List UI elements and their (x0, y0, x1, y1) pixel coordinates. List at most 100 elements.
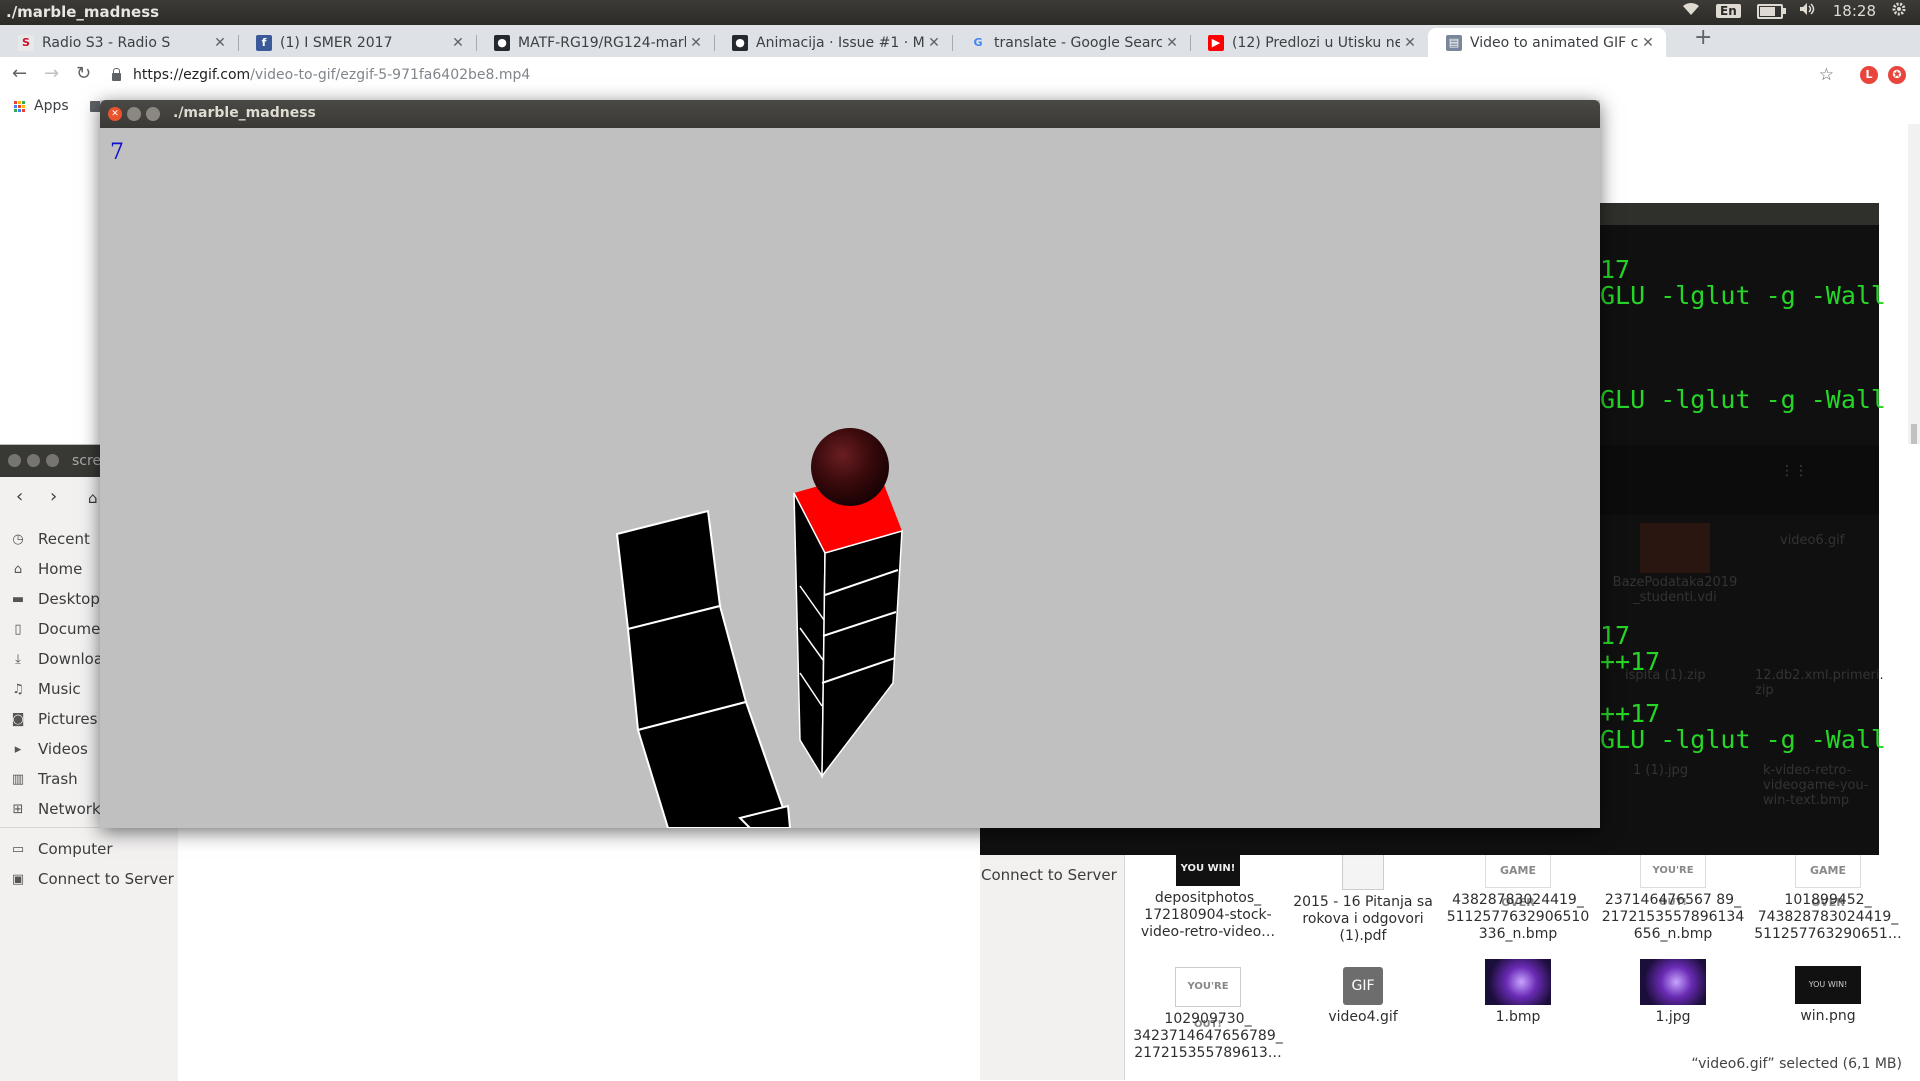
file-thumbnail (1640, 959, 1706, 1005)
tab-close-icon[interactable]: ✕ (686, 35, 706, 51)
facebook-icon: f (256, 34, 272, 51)
back-arrow-icon[interactable]: ← (12, 63, 27, 84)
maximize-window-icon[interactable] (46, 454, 59, 467)
tab-label: translate - Google Search (994, 34, 1162, 51)
game-scene (615, 428, 903, 828)
back-chevron-icon[interactable]: ‹ (16, 486, 23, 507)
terminal-line: 17 (1600, 255, 1631, 284)
file-item[interactable]: YOU'RE OUT! 102909730_ 3423714647656789_… (1133, 967, 1283, 1062)
file-item[interactable]: YOU WIN! win.png (1753, 966, 1903, 1025)
ezgif-icon: ▤ (1446, 34, 1462, 51)
sidebar-item-home[interactable]: ⌂ Home (10, 557, 82, 581)
forward-chevron-icon[interactable]: › (50, 486, 57, 507)
page-scrollbar[interactable] (1908, 124, 1920, 454)
tab-github-repo[interactable]: ● MATF-RG19/RG124-marble ✕ (476, 28, 714, 57)
file-item[interactable]: 2015 - 16 Pitanja sa rokova i odgovori (… (1288, 844, 1438, 945)
tower-front-face (822, 531, 902, 776)
terminal-line: 17 (1600, 621, 1631, 650)
clock[interactable]: 18:28 (1833, 2, 1876, 20)
sidebar-item-recent[interactable]: ◷ Recent (10, 527, 90, 551)
extension-badge-icon[interactable]: ✪ (1888, 66, 1906, 84)
forward-arrow-icon[interactable]: → (44, 63, 59, 84)
file-item[interactable]: YOU WIN! depositphotos_ 172180904-stock-… (1133, 852, 1283, 941)
sidebar-item-network[interactable]: ⊞ Network (10, 797, 101, 821)
game-window-title: ./marble_madness (173, 105, 316, 121)
home-icon[interactable]: ⌂ (88, 489, 98, 507)
active-app-title: ./marble_madness (6, 3, 160, 21)
file-item[interactable]: 1.jpg (1598, 959, 1748, 1026)
sidebar-item-documents[interactable]: ▯ Documer (10, 617, 107, 641)
faded-file-name: k-video-retro- videogame-you- win-text.b… (1763, 763, 1869, 808)
tab-ezgif[interactable]: ▤ Video to animated GIF co ✕ (1428, 28, 1666, 57)
file-item[interactable]: GAME OVER 43828783024419_ 51125776329065… (1443, 854, 1593, 943)
url-host: https://ezgif.com (133, 67, 251, 83)
sidebar-item-label: Documer (38, 620, 107, 638)
file-name: 237146476567 89_ 2172153557896134 656_n.… (1601, 892, 1745, 942)
file-thumbnail: GAME OVER (1485, 854, 1551, 909)
extension-l-icon[interactable]: L (1860, 66, 1878, 84)
file-thumbnail: YOU'RE OUT! (1640, 854, 1706, 908)
wifi-icon[interactable] (1682, 2, 1700, 20)
tab-radio-s[interactable]: S Radio S3 - Radio S ✕ (0, 28, 238, 57)
game-window-titlebar[interactable]: ✕ ./marble_madness (100, 100, 1600, 128)
sidebar-item-label: Connect to Server (38, 870, 174, 888)
tab-close-icon[interactable]: ✕ (1400, 35, 1420, 51)
sidebar-item-downloads[interactable]: ⤓ Downloa (10, 647, 103, 671)
file-item[interactable]: 1.bmp (1443, 959, 1593, 1026)
radio-s-icon: S (18, 34, 34, 51)
minimize-window-icon[interactable] (27, 454, 40, 467)
selection-status: “video6.gif” selected (6,1 MB) (1691, 1056, 1902, 1072)
tab-github-issue[interactable]: ● Animacija · Issue #1 · MAT ✕ (714, 28, 952, 57)
new-tab-button[interactable]: + (1694, 25, 1712, 50)
sidebar-item-label: Recent (38, 530, 90, 548)
lock-icon[interactable] (112, 68, 121, 81)
file-name: 101899452_ 743828783024419_ 511257763290… (1754, 892, 1902, 942)
close-window-icon[interactable] (8, 454, 21, 467)
faded-file-name: 12.db2.xml.primeri. zip (1755, 668, 1884, 698)
file-name: 102909730_ 3423714647656789_ 21721535578… (1133, 1011, 1283, 1061)
sidebar-item-music[interactable]: ♫ Music (10, 677, 81, 701)
home-icon: ⌂ (13, 561, 23, 577)
connect-to-server-item[interactable]: Connect to Server (981, 866, 1117, 884)
sidebar-item-computer[interactable]: ▭ Computer (10, 837, 113, 861)
minimize-window-icon[interactable] (127, 107, 141, 121)
file-item[interactable]: GAME OVER 101899452_ 743828783024419_ 51… (1753, 854, 1903, 943)
tab-close-icon[interactable]: ✕ (448, 35, 468, 51)
sidebar-item-trash[interactable]: ▥ Trash (10, 767, 78, 791)
maximize-window-icon[interactable] (146, 107, 160, 121)
folder-icon: ▬ (11, 591, 25, 607)
apps-shortcut[interactable]: Apps (14, 98, 69, 114)
address-bar[interactable]: https://ezgif.com /video-to-gif/ezgif-5-… (112, 61, 1802, 89)
tab-facebook[interactable]: f (1) I SMER 2017 ✕ (238, 28, 476, 57)
battery-icon[interactable] (1756, 3, 1786, 19)
tab-google-search[interactable]: G translate - Google Search ✕ (952, 28, 1190, 57)
sidebar-item-pictures[interactable]: ◙ Pictures (10, 707, 98, 731)
file-name: video4.gif (1328, 1009, 1398, 1025)
bookmark-star-icon[interactable]: ☆ (1819, 65, 1834, 85)
terminal-line: GLU -lglut -g -Wall (1600, 281, 1886, 310)
tab-close-icon[interactable]: ✕ (1638, 35, 1658, 51)
player-marble (811, 428, 889, 506)
keyboard-language-indicator[interactable]: En (1716, 4, 1741, 18)
file-item[interactable]: GIF video4.gif (1288, 967, 1438, 1026)
tab-close-icon[interactable]: ✕ (1162, 35, 1182, 51)
terminal-line: GLU -lglut -g -Wall (1600, 725, 1886, 754)
sidebar-item-connect-server[interactable]: ▣ Connect to Server (10, 867, 174, 891)
tab-youtube[interactable]: ▶ (12) Predlozi u Utisku ned ✕ (1190, 28, 1428, 57)
sidebar-item-desktop[interactable]: ▬ Desktop (10, 587, 100, 611)
file-item[interactable]: YOU'RE OUT! 237146476567 89_ 21721535578… (1598, 854, 1748, 943)
file-name: depositphotos_ 172180904-stock- video-re… (1140, 890, 1276, 940)
tab-label: (12) Predlozi u Utisku ned (1232, 34, 1400, 51)
reload-icon[interactable]: ↻ (76, 63, 91, 84)
music-icon: ♫ (12, 681, 24, 697)
camera-icon: ◙ (11, 711, 25, 727)
game-window[interactable]: ✕ ./marble_madness 7 (100, 100, 1600, 828)
volume-icon[interactable] (1799, 2, 1817, 20)
tab-close-icon[interactable]: ✕ (924, 35, 944, 51)
sidebar-item-videos[interactable]: ▸ Videos (10, 737, 88, 761)
close-window-icon[interactable]: ✕ (108, 107, 122, 121)
sidebar-item-label: Desktop (38, 590, 100, 608)
settings-gear-icon[interactable] (1892, 2, 1906, 20)
tab-close-icon[interactable]: ✕ (210, 35, 230, 51)
browser-tab-strip: S Radio S3 - Radio S ✕ f (1) I SMER 2017… (0, 25, 1920, 57)
